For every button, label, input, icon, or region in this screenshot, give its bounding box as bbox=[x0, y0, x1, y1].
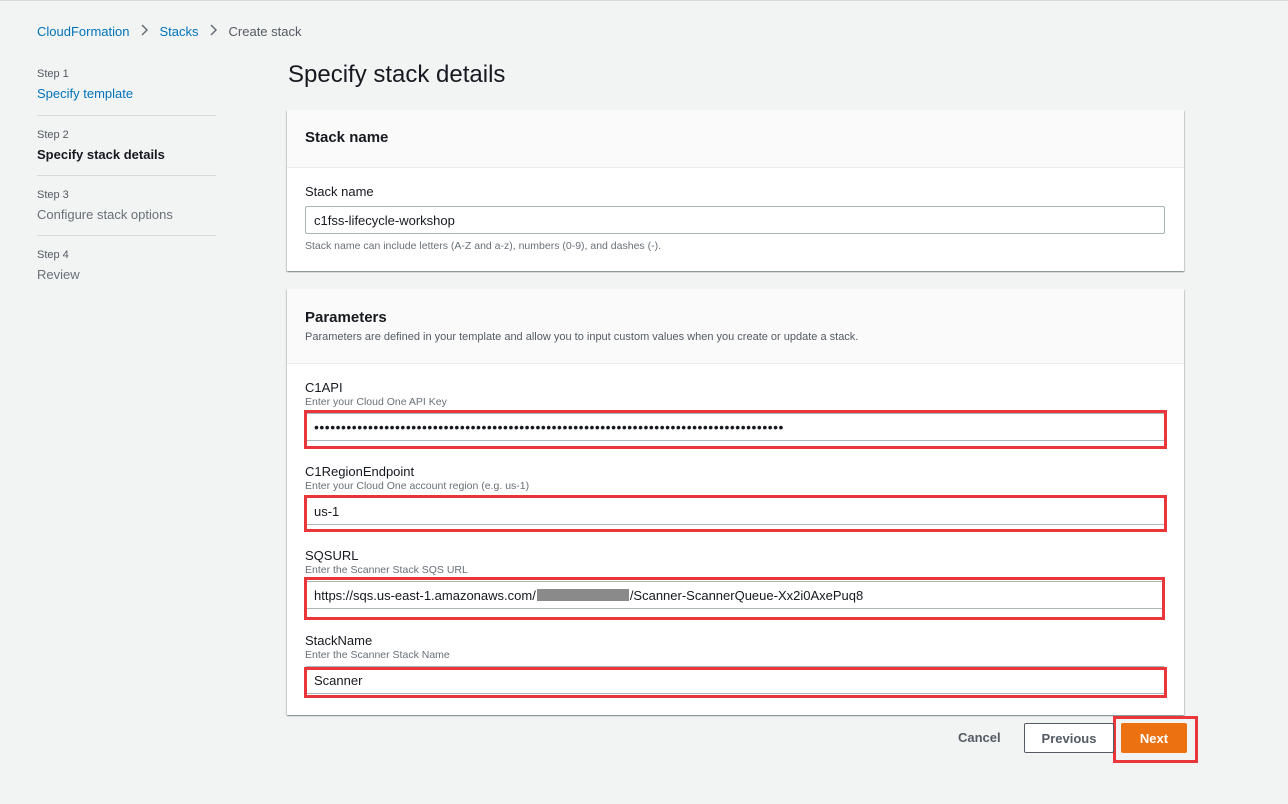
stack-name-constraint: Stack name can include letters (A-Z and … bbox=[305, 240, 661, 252]
stackname-input[interactable]: Scanner bbox=[305, 666, 1165, 694]
step-number: Step 4 bbox=[37, 249, 69, 261]
sqsurl-input[interactable]: https://sqs.us-east-1.amazonaws.com/ /Sc… bbox=[305, 581, 1165, 609]
panel-header: Parameters Parameters are defined in you… bbox=[287, 289, 1184, 364]
panel-heading: Stack name bbox=[305, 129, 389, 146]
sqsurl-prefix: https://sqs.us-east-1.amazonaws.com/ bbox=[314, 587, 536, 603]
param-stackname: StackName Enter the Scanner Stack Name S… bbox=[305, 633, 1165, 694]
redacted-account-id bbox=[536, 589, 629, 601]
breadcrumb-current: Create stack bbox=[228, 24, 302, 39]
param-description: Enter your Cloud One account region (e.g… bbox=[305, 480, 530, 492]
panel-heading: Parameters bbox=[305, 309, 387, 326]
wizard-step-3: Step 3 Configure stack options bbox=[37, 188, 216, 236]
stack-name-panel: Stack name Stack name c1fss-lifecycle-wo… bbox=[287, 110, 1184, 271]
cancel-button[interactable]: Cancel bbox=[958, 730, 1001, 745]
panel-header: Stack name bbox=[287, 110, 1184, 168]
param-label: SQSURL bbox=[305, 548, 359, 563]
step-number: Step 3 bbox=[37, 189, 69, 201]
next-button[interactable]: Next bbox=[1121, 723, 1187, 753]
step-title-review: Review bbox=[37, 267, 80, 282]
parameters-panel: Parameters Parameters are defined in you… bbox=[287, 289, 1184, 715]
step-number: Step 1 bbox=[37, 68, 69, 80]
param-label: C1API bbox=[305, 380, 343, 395]
chevron-right-icon bbox=[209, 24, 219, 39]
page-title: Specify stack details bbox=[288, 61, 506, 88]
wizard-step-2: Step 2 Specify stack details bbox=[37, 128, 216, 176]
wizard-steps-nav: Step 1 Specify template Step 2 Specify s… bbox=[37, 67, 216, 307]
breadcrumb-cloudformation[interactable]: CloudFormation bbox=[37, 24, 130, 39]
breadcrumb: CloudFormation Stacks Create stack bbox=[37, 24, 302, 39]
step-number: Step 2 bbox=[37, 129, 69, 141]
param-sqsurl: SQSURL Enter the Scanner Stack SQS URL h… bbox=[305, 548, 1165, 609]
panel-description: Parameters are defined in your template … bbox=[305, 331, 859, 343]
chevron-right-icon bbox=[140, 24, 150, 39]
c1regionendpoint-input[interactable]: us-1 bbox=[305, 497, 1165, 525]
param-description: Enter the Scanner Stack SQS URL bbox=[305, 564, 468, 576]
param-label: C1RegionEndpoint bbox=[305, 464, 415, 479]
param-label: StackName bbox=[305, 633, 373, 648]
previous-button[interactable]: Previous bbox=[1024, 723, 1114, 753]
step-title-specify-template[interactable]: Specify template bbox=[37, 86, 133, 101]
stack-name-input[interactable]: c1fss-lifecycle-workshop bbox=[305, 206, 1165, 234]
c1api-password-input[interactable]: ••••••••••••••••••••••••••••••••••••••••… bbox=[305, 413, 1165, 441]
param-c1regionendpoint: C1RegionEndpoint Enter your Cloud One ac… bbox=[305, 464, 1165, 525]
param-description: Enter your Cloud One API Key bbox=[305, 396, 447, 408]
panel-body: Stack name c1fss-lifecycle-workshop Stac… bbox=[287, 168, 1184, 252]
param-description: Enter the Scanner Stack Name bbox=[305, 649, 450, 661]
sqsurl-suffix: /Scanner-ScannerQueue-Xx2i0AxePuq8 bbox=[629, 587, 864, 603]
stack-name-label: Stack name bbox=[305, 184, 374, 199]
param-c1api: C1API Enter your Cloud One API Key •••••… bbox=[305, 380, 1165, 441]
wizard-step-4: Step 4 Review bbox=[37, 248, 216, 295]
breadcrumb-stacks[interactable]: Stacks bbox=[160, 24, 199, 39]
step-title-specify-stack-details: Specify stack details bbox=[37, 147, 165, 162]
wizard-step-1: Step 1 Specify template bbox=[37, 67, 216, 116]
step-title-configure-stack-options: Configure stack options bbox=[37, 207, 173, 222]
